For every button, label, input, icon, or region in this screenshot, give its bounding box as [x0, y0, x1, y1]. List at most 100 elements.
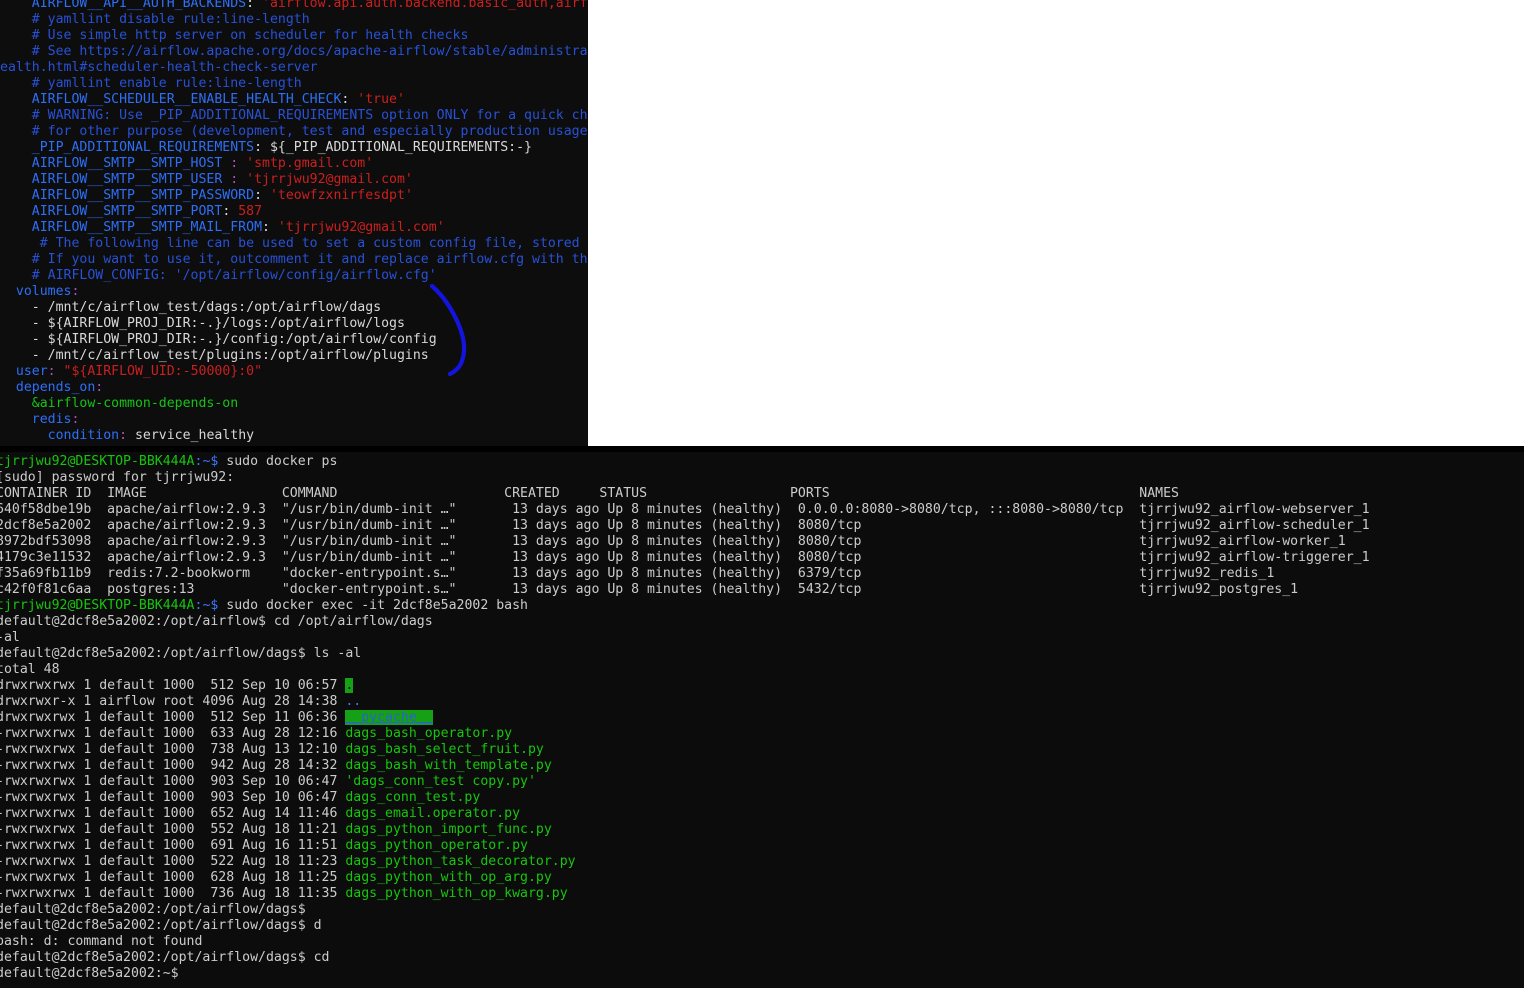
sudo-password-prompt: [sudo] password for tjrrjwu92:	[0, 470, 235, 485]
command-text: ls -al	[305, 646, 362, 661]
code-token: 'airflow.api.auth.backend.basic_auth,air…	[262, 0, 588, 11]
code-token: condition	[0, 428, 120, 443]
code-token: 587	[238, 204, 263, 219]
listing-filename[interactable]: dags_python_operator.py	[345, 838, 528, 853]
code-token: :	[71, 284, 80, 299]
command-text: sudo docker ps	[218, 454, 338, 469]
listing-filename[interactable]: dags_email.operator.py	[345, 806, 520, 821]
code-line: AIRFLOW__SMTP__SMTP_MAIL_FROM: 'tjrrjwu9…	[0, 220, 588, 236]
listing-filename[interactable]: .	[345, 678, 354, 693]
code-token: :	[95, 380, 104, 395]
listing-filename[interactable]: __pycache__	[345, 710, 433, 725]
code-token: _PIP_ADDITIONAL_REQUIREMENTS	[0, 140, 255, 155]
command-text: cd	[305, 950, 330, 965]
code-line: # WARNING: Use _PIP_ADDITIONAL_REQUIREME…	[0, 108, 588, 124]
listing-filename[interactable]: 'dags_conn_test copy.py'	[345, 774, 536, 789]
listing-filename[interactable]: dags_bash_with_template.py	[345, 758, 551, 773]
stray-text: -al	[0, 630, 20, 645]
listing-metadata: drwxrwxrwx 1 default 1000 512 Sep 11 06:…	[0, 710, 346, 725]
listing-row: drwxrwxr-x 1 airflow root 4096 Aug 28 14…	[0, 694, 1370, 710]
listing-metadata: -rwxrwxrwx 1 default 1000 903 Sep 10 06:…	[0, 790, 346, 805]
table-row: 4179c3e11532 apache/airflow:2.9.3 "/usr/…	[0, 550, 1370, 566]
code-line: # AIRFLOW_CONFIG: '/opt/airflow/config/a…	[0, 268, 588, 284]
code-token: 'tjrrjwu92@gmail.com'	[246, 172, 413, 187]
code-token: # The following line can be used to set …	[0, 236, 580, 251]
code-token: :	[222, 204, 239, 219]
output-line: -al	[0, 630, 1370, 646]
code-token: # See https://airflow.apache.org/docs/ap…	[0, 44, 588, 59]
listing-row: -rwxrwxrwx 1 default 1000 652 Aug 14 11:…	[0, 806, 1370, 822]
code-token: - /mnt/c/airflow_test/dags:/opt/airflow/…	[0, 300, 382, 315]
prompt-line: default@2dcf8e5a2002:~$	[0, 966, 1370, 982]
code-token: AIRFLOW__SCHEDULER__ENABLE_HEALTH_CHECK	[0, 92, 342, 107]
listing-metadata: -rwxrwxrwx 1 default 1000 736 Aug 18 11:…	[0, 886, 346, 901]
code-token: :	[119, 428, 135, 443]
code-token: AIRFLOW__SMTP__SMTP_HOST	[0, 156, 231, 171]
code-token: "${AIRFLOW_UID:-50000}:0"	[63, 364, 263, 379]
listing-filename[interactable]: dags_bash_select_fruit.py	[345, 742, 544, 757]
code-line: redis:	[0, 412, 588, 428]
code-token: - ${AIRFLOW_PROJ_DIR:-.}/config:/opt/air…	[0, 332, 437, 347]
listing-metadata: drwxrwxr-x 1 airflow root 4096 Aug 28 14…	[0, 694, 346, 709]
command-text: d	[305, 918, 322, 933]
listing-row: -rwxrwxrwx 1 default 1000 903 Sep 10 06:…	[0, 790, 1370, 806]
terminal-pane[interactable]: tjrrjwu92@DESKTOP-BBK444A:~$ sudo docker…	[0, 452, 1524, 988]
prompt-line: default@2dcf8e5a2002:/opt/airflow/dags$ …	[0, 646, 1370, 662]
listing-metadata: -rwxrwxrwx 1 default 1000 691 Aug 16 11:…	[0, 838, 346, 853]
code-line: AIRFLOW__API__AUTH_BACKENDS: 'airflow.ap…	[0, 0, 588, 12]
listing-row: -rwxrwxrwx 1 default 1000 942 Aug 28 14:…	[0, 758, 1370, 774]
code-line: - ${AIRFLOW_PROJ_DIR:-.}/logs:/opt/airfl…	[0, 316, 588, 332]
error-text: bash: d: command not found	[0, 934, 203, 949]
docker-ps-row: 640f58dbe19b apache/airflow:2.9.3 "/usr/…	[0, 502, 1370, 517]
table-row: c42f0f81c6aa postgres:13 "docker-entrypo…	[0, 582, 1370, 598]
table-row: 640f58dbe19b apache/airflow:2.9.3 "/usr/…	[0, 502, 1370, 518]
table-header-row: CONTAINER ID IMAGE COMMAND CREATED STATU…	[0, 486, 1370, 502]
container-prompt: default@2dcf8e5a2002:/opt/airflow/dags$	[0, 918, 306, 933]
code-token: AIRFLOW__API__AUTH_BACKENDS	[0, 0, 247, 11]
code-line: # See https://airflow.apache.org/docs/ap…	[0, 44, 588, 60]
code-token: - /mnt/c/airflow_test/plugins:/opt/airfl…	[0, 348, 429, 363]
code-token: # Use simple http server on scheduler fo…	[0, 28, 469, 43]
code-token: # If you want to use it, outcomment it a…	[0, 252, 588, 267]
prompt-path: :~$	[194, 598, 219, 613]
listing-metadata: -rwxrwxrwx 1 default 1000 522 Aug 18 11:…	[0, 854, 346, 869]
code-line: # The following line can be used to set …	[0, 236, 588, 252]
code-editor-panel[interactable]: AIRFLOW__API__AUTH_BACKENDS: 'airflow.ap…	[0, 0, 588, 446]
code-line: # for other purpose (development, test a…	[0, 124, 588, 140]
code-token: AIRFLOW__SMTP__SMTP_USER	[0, 172, 231, 187]
listing-row: -rwxrwxrwx 1 default 1000 738 Aug 13 12:…	[0, 742, 1370, 758]
listing-filename[interactable]: dags_python_with_op_kwarg.py	[345, 886, 567, 901]
prompt-line: default@2dcf8e5a2002:/opt/airflow/dags$	[0, 902, 1370, 918]
container-prompt: default@2dcf8e5a2002:~$	[0, 966, 179, 981]
listing-filename[interactable]: dags_conn_test.py	[345, 790, 480, 805]
code-line: # If you want to use it, outcomment it a…	[0, 252, 588, 268]
listing-filename[interactable]: dags_python_import_func.py	[345, 822, 551, 837]
listing-row: -rwxrwxrwx 1 default 1000 691 Aug 16 11:…	[0, 838, 1370, 854]
code-line: depends_on:	[0, 380, 588, 396]
prompt-path: :~$	[194, 454, 219, 469]
listing-filename[interactable]: dags_bash_operator.py	[345, 726, 512, 741]
listing-filename[interactable]: ..	[345, 694, 361, 709]
code-token: - ${AIRFLOW_PROJ_DIR:-.}/logs:/opt/airfl…	[0, 316, 405, 331]
listing-filename[interactable]: dags_python_task_decorator.py	[345, 854, 575, 869]
code-token: :	[254, 188, 270, 203]
listing-row: -rwxrwxrwx 1 default 1000 903 Sep 10 06:…	[0, 774, 1370, 790]
terminal-output[interactable]: tjrrjwu92@DESKTOP-BBK444A:~$ sudo docker…	[0, 454, 1370, 982]
code-token: AIRFLOW__SMTP__SMTP_PORT	[0, 204, 223, 219]
code-line: volumes:	[0, 284, 588, 300]
docker-ps-row: 8972bdf53098 apache/airflow:2.9.3 "/usr/…	[0, 534, 1346, 549]
listing-metadata: -rwxrwxrwx 1 default 1000 942 Aug 28 14:…	[0, 758, 346, 773]
code-token: depends_on	[0, 380, 96, 395]
docker-compose-yaml-content[interactable]: AIRFLOW__API__AUTH_BACKENDS: 'airflow.ap…	[0, 0, 588, 444]
prompt-line: default@2dcf8e5a2002:/opt/airflow$ cd /o…	[0, 614, 1370, 630]
code-token: :	[71, 412, 80, 427]
code-token: :	[341, 92, 358, 107]
code-token: ealth.html#scheduler-health-check-server	[0, 60, 318, 75]
container-prompt: default@2dcf8e5a2002:/opt/airflow/dags$	[0, 902, 306, 917]
code-token: :	[246, 0, 263, 11]
docker-ps-row: c42f0f81c6aa postgres:13 "docker-entrypo…	[0, 582, 1299, 597]
output-line: [sudo] password for tjrrjwu92:	[0, 470, 1370, 486]
command-text: sudo docker exec -it 2dcf8e5a2002 bash	[218, 598, 528, 613]
listing-row: -rwxrwxrwx 1 default 1000 736 Aug 18 11:…	[0, 886, 1370, 902]
listing-filename[interactable]: dags_python_with_op_arg.py	[345, 870, 551, 885]
